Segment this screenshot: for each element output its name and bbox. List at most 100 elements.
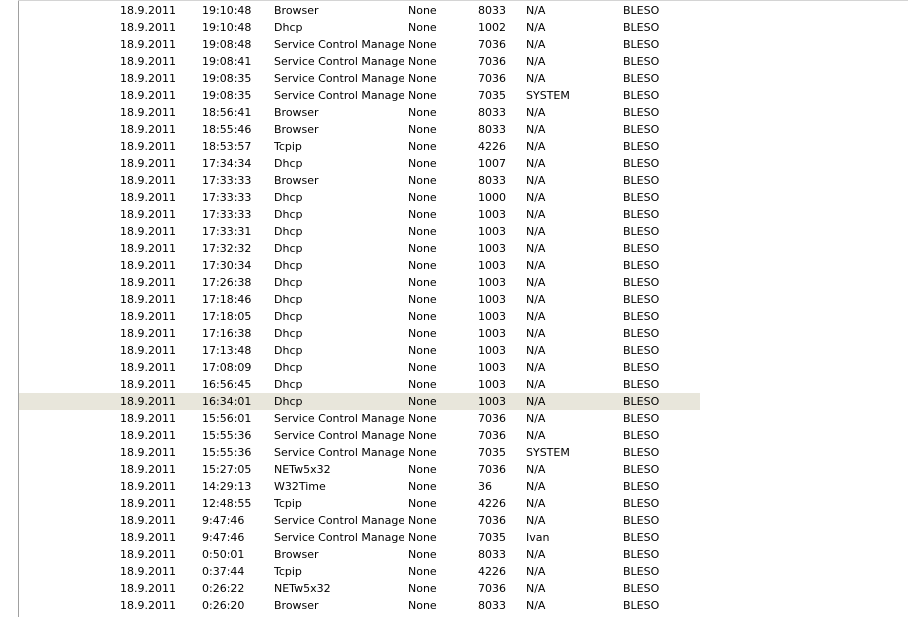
event-id-cell: 1007 [478,157,506,170]
event-row[interactable]: Warning18.9.201116:56:45DhcpNone1003N/AB… [19,376,908,393]
event-date-cell: 18.9.2011 [120,225,176,238]
event-id-cell: 7036 [478,514,506,527]
event-row[interactable]: Information18.9.20119:47:46Service Contr… [19,512,908,529]
event-id-cell: 8033 [478,106,506,119]
event-time-cell: 17:18:05 [202,310,252,323]
event-row[interactable]: Warning18.9.201117:08:09DhcpNone1003N/AB… [19,359,908,376]
event-time-cell: 9:47:46 [202,514,245,527]
event-user-cell: N/A [526,106,546,119]
event-row[interactable]: Information18.9.201118:56:41BrowserNone8… [19,104,908,121]
event-time-cell: 0:37:44 [202,565,245,578]
event-time-cell: 17:26:38 [202,276,252,289]
event-row[interactable]: Information18.9.201115:27:05NETw5x32None… [19,461,908,478]
event-source-cell: Service Control Manager [274,72,404,85]
event-user-cell: N/A [526,191,546,204]
event-date-cell: 18.9.2011 [120,548,176,561]
event-row[interactable]: Information18.9.201115:55:36Service Cont… [19,444,908,461]
event-computer-cell: BLESO [623,276,660,289]
event-row[interactable]: Warning18.9.201117:13:48DhcpNone1003N/AB… [19,342,908,359]
event-time-cell: 17:13:48 [202,344,252,357]
event-row[interactable]: Warning18.9.201112:48:55TcpipNone4226N/A… [19,495,908,512]
event-row[interactable]: Information18.9.201118:55:46BrowserNone8… [19,121,908,138]
event-time-cell: 16:56:45 [202,378,252,391]
event-category-cell: None [408,463,437,476]
event-row[interactable]: Warning18.9.201117:18:05DhcpNone1003N/AB… [19,308,908,325]
event-category-cell: None [408,429,437,442]
event-source-cell: Dhcp [274,344,303,357]
event-id-cell: 1003 [478,259,506,272]
event-date-cell: 18.9.2011 [120,429,176,442]
event-user-cell: N/A [526,276,546,289]
event-row[interactable]: Information18.9.20119:47:46Service Contr… [19,529,908,546]
event-source-cell: Dhcp [274,395,303,408]
event-row[interactable]: Information18.9.201119:10:48BrowserNone8… [19,2,908,19]
event-row[interactable]: Information18.9.201117:33:33BrowserNone8… [19,172,908,189]
event-row[interactable]: Warning18.9.201114:29:13W32TimeNone36N/A… [19,478,908,495]
event-id-cell: 7036 [478,55,506,68]
event-date-cell: 18.9.2011 [120,38,176,51]
event-user-cell: N/A [526,582,546,595]
event-category-cell: None [408,548,437,561]
event-source-cell: Tcpip [274,565,302,578]
event-computer-cell: BLESO [623,565,660,578]
event-category-cell: None [408,123,437,136]
event-row[interactable]: Warning18.9.201117:30:34DhcpNone1003N/AB… [19,257,908,274]
event-time-cell: 17:30:34 [202,259,252,272]
event-computer-cell: BLESO [623,208,660,221]
event-computer-cell: BLESO [623,480,660,493]
event-row[interactable]: Warning18.9.201118:53:57TcpipNone4226N/A… [19,138,908,155]
event-time-cell: 16:34:01 [202,395,252,408]
event-source-cell: Dhcp [274,310,303,323]
event-row[interactable]: Error18.9.201119:10:48DhcpNone1002N/ABLE… [19,19,908,36]
event-date-cell: 18.9.2011 [120,378,176,391]
event-computer-cell: BLESO [623,548,660,561]
event-id-cell: 8033 [478,174,506,187]
event-row[interactable]: Error18.9.201117:33:33DhcpNone1000N/ABLE… [19,189,908,206]
event-user-cell: N/A [526,429,546,442]
event-time-cell: 15:27:05 [202,463,252,476]
event-row[interactable]: Information18.9.201119:08:41Service Cont… [19,53,908,70]
event-row[interactable]: Warning18.9.201117:34:34DhcpNone1007N/AB… [19,155,908,172]
event-row[interactable]: Warning18.9.201117:18:46DhcpNone1003N/AB… [19,291,908,308]
event-row[interactable]: Information18.9.201119:08:35Service Cont… [19,70,908,87]
event-row[interactable]: Information18.9.20110:26:22NETw5x32None7… [19,580,908,597]
event-row[interactable]: Warning18.9.201116:34:01DhcpNone1003N/AB… [19,393,700,410]
event-source-cell: Dhcp [274,157,303,170]
event-row[interactable]: Warning18.9.201117:33:31DhcpNone1003N/AB… [19,223,908,240]
event-computer-cell: BLESO [623,497,660,510]
event-user-cell: N/A [526,463,546,476]
event-row[interactable]: Information18.9.201119:08:48Service Cont… [19,36,908,53]
event-computer-cell: BLESO [623,446,660,459]
event-computer-cell: BLESO [623,514,660,527]
event-user-cell: N/A [526,497,546,510]
event-category-cell: None [408,191,437,204]
event-date-cell: 18.9.2011 [120,565,176,578]
event-category-cell: None [408,72,437,85]
event-category-cell: None [408,327,437,340]
event-computer-cell: BLESO [623,106,660,119]
event-row[interactable]: Warning18.9.201117:32:32DhcpNone1003N/AB… [19,240,908,257]
event-source-cell: NETw5x32 [274,463,331,476]
event-row[interactable]: Warning18.9.201117:16:38DhcpNone1003N/AB… [19,325,908,342]
event-row[interactable]: Warning18.9.20110:37:44TcpipNone4226N/AB… [19,563,908,580]
event-row[interactable]: Warning18.9.201117:26:38DhcpNone1003N/AB… [19,274,908,291]
event-date-cell: 18.9.2011 [120,327,176,340]
event-row[interactable]: Warning18.9.201117:33:33DhcpNone1003N/AB… [19,206,908,223]
event-row[interactable]: Information18.9.201119:08:35Service Cont… [19,87,908,104]
event-id-cell: 1003 [478,395,506,408]
event-user-cell: N/A [526,174,546,187]
event-category-cell: None [408,310,437,323]
event-computer-cell: BLESO [623,599,660,612]
event-row[interactable]: Information18.9.20110:50:01BrowserNone80… [19,546,908,563]
event-time-cell: 17:33:33 [202,174,252,187]
event-row[interactable]: Information18.9.201115:56:01Service Cont… [19,410,908,427]
event-user-cell: N/A [526,140,546,153]
event-computer-cell: BLESO [623,395,660,408]
event-date-cell: 18.9.2011 [120,140,176,153]
event-user-cell: N/A [526,412,546,425]
event-id-cell: 4226 [478,497,506,510]
event-user-cell: N/A [526,310,546,323]
event-user-cell: N/A [526,480,546,493]
event-row[interactable]: Information18.9.201115:55:36Service Cont… [19,427,908,444]
event-row[interactable]: Information18.9.20110:26:20BrowserNone80… [19,597,908,614]
